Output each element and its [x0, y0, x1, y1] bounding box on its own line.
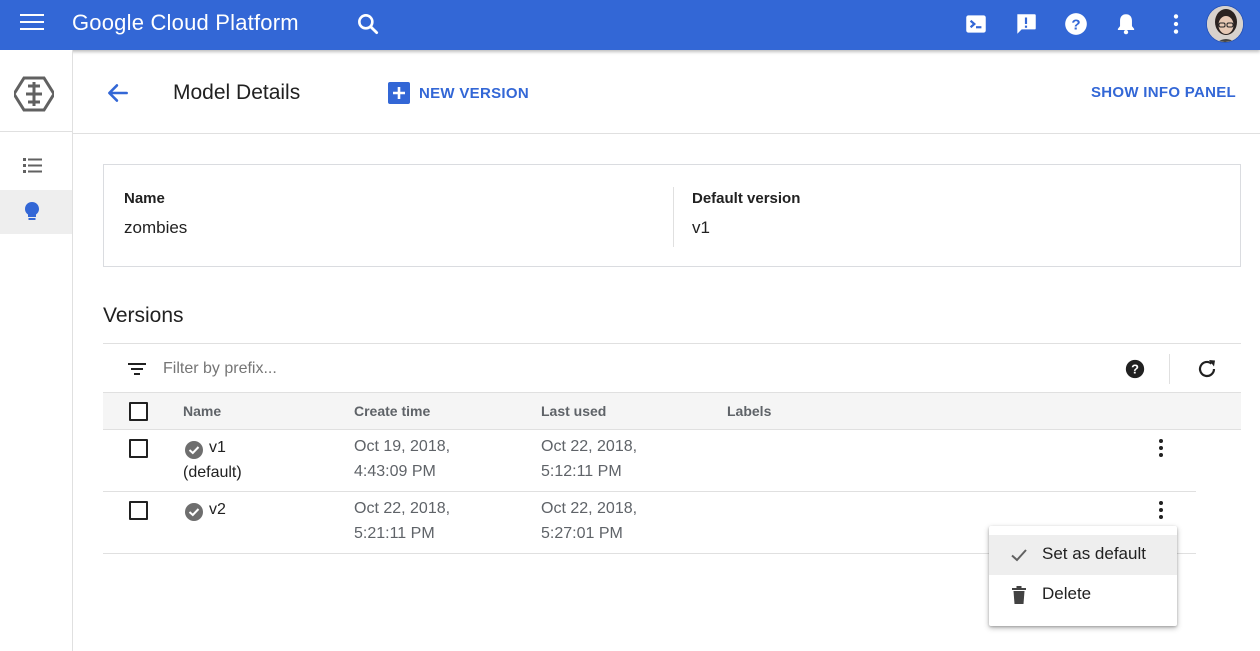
help-icon[interactable]: ?: [1063, 11, 1089, 37]
menu-icon[interactable]: [20, 14, 44, 34]
notifications-icon[interactable]: [1113, 11, 1139, 37]
column-header-last-used[interactable]: Last used: [541, 403, 606, 419]
left-nav-rail: [0, 50, 73, 651]
search-icon[interactable]: [355, 11, 381, 37]
column-header-labels[interactable]: Labels: [727, 403, 771, 419]
add-box-icon: [388, 82, 410, 104]
row-checkbox[interactable]: [129, 439, 148, 458]
last-used-time: 5:12:11 PM: [541, 463, 622, 480]
menu-item-set-as-default[interactable]: Set as default: [989, 535, 1177, 575]
status-ok-icon: [185, 441, 203, 459]
new-version-button[interactable]: NEW VERSION: [388, 80, 529, 106]
product-name[interactable]: Google Cloud Platform: [72, 10, 299, 36]
page-title: Model Details: [173, 81, 301, 104]
avatar[interactable]: [1206, 5, 1244, 43]
default-version-label: Default version: [692, 190, 801, 207]
show-info-panel-button[interactable]: SHOW INFO PANEL: [1091, 84, 1236, 101]
model-summary-card: Name zombies Default version v1: [103, 164, 1241, 267]
table-help-icon[interactable]: ?: [1124, 358, 1146, 380]
trash-icon: [1012, 586, 1026, 604]
versions-filter-bar: ?: [103, 343, 1241, 393]
last-used-date: Oct 22, 2018,: [541, 500, 638, 517]
version-name[interactable]: v2: [209, 498, 226, 522]
rail-item-models-list[interactable]: [0, 144, 72, 188]
create-time-date: Oct 22, 2018,: [354, 500, 451, 517]
row-checkbox[interactable]: [129, 501, 148, 520]
more-vert-icon[interactable]: [1163, 11, 1189, 37]
filter-list-icon: [128, 363, 146, 375]
row-actions-icon[interactable]: [1151, 437, 1171, 463]
new-version-label: NEW VERSION: [419, 84, 529, 102]
svg-text:?: ?: [1131, 362, 1139, 377]
feedback-icon[interactable]: [1013, 11, 1039, 37]
versions-table-header: Name Create time Last used Labels: [103, 393, 1241, 430]
create-time-date: Oct 19, 2018,: [354, 438, 451, 455]
last-used-date: Oct 22, 2018,: [541, 438, 638, 455]
top-app-bar: Google Cloud Platform ?: [0, 0, 1260, 50]
name-label: Name: [124, 190, 165, 207]
refresh-icon[interactable]: [1195, 357, 1219, 381]
table-row[interactable]: v1 (default) Oct 19, 2018, 4:43:09 PM Oc…: [103, 430, 1196, 492]
toolbar-divider: [1169, 354, 1170, 384]
status-ok-icon: [185, 503, 203, 521]
check-icon: [1011, 549, 1027, 562]
column-header-create-time[interactable]: Create time: [354, 403, 430, 419]
row-actions-menu: Set as default Delete: [989, 526, 1177, 626]
version-default-tag: (default): [183, 464, 242, 481]
name-value: zombies: [124, 218, 188, 237]
row-actions-icon[interactable]: [1151, 499, 1171, 525]
select-all-checkbox[interactable]: [129, 402, 148, 421]
back-arrow-icon[interactable]: [105, 80, 131, 106]
default-version-value: v1: [692, 218, 710, 237]
versions-heading: Versions: [103, 304, 184, 327]
last-used-time: 5:27:01 PM: [541, 525, 623, 542]
svg-text:?: ?: [1071, 16, 1080, 33]
ml-engine-logo-icon[interactable]: [14, 76, 54, 112]
page-header: Model Details NEW VERSION SHOW INFO PANE…: [73, 50, 1260, 134]
menu-item-delete[interactable]: Delete: [989, 575, 1177, 615]
menu-item-label: Delete: [1042, 584, 1092, 603]
create-time-time: 5:21:11 PM: [354, 525, 435, 542]
create-time-time: 4:43:09 PM: [354, 463, 436, 480]
card-divider: [673, 187, 674, 247]
cloud-shell-icon[interactable]: [963, 11, 989, 37]
menu-item-label: Set as default: [1042, 544, 1146, 563]
column-header-name[interactable]: Name: [183, 403, 221, 419]
rail-logo: [0, 50, 72, 132]
lightbulb-icon: [25, 202, 39, 220]
rail-item-model-details[interactable]: [0, 190, 72, 234]
list-icon: [23, 158, 42, 173]
filter-input[interactable]: [163, 357, 1043, 381]
version-name[interactable]: v1: [209, 436, 226, 460]
